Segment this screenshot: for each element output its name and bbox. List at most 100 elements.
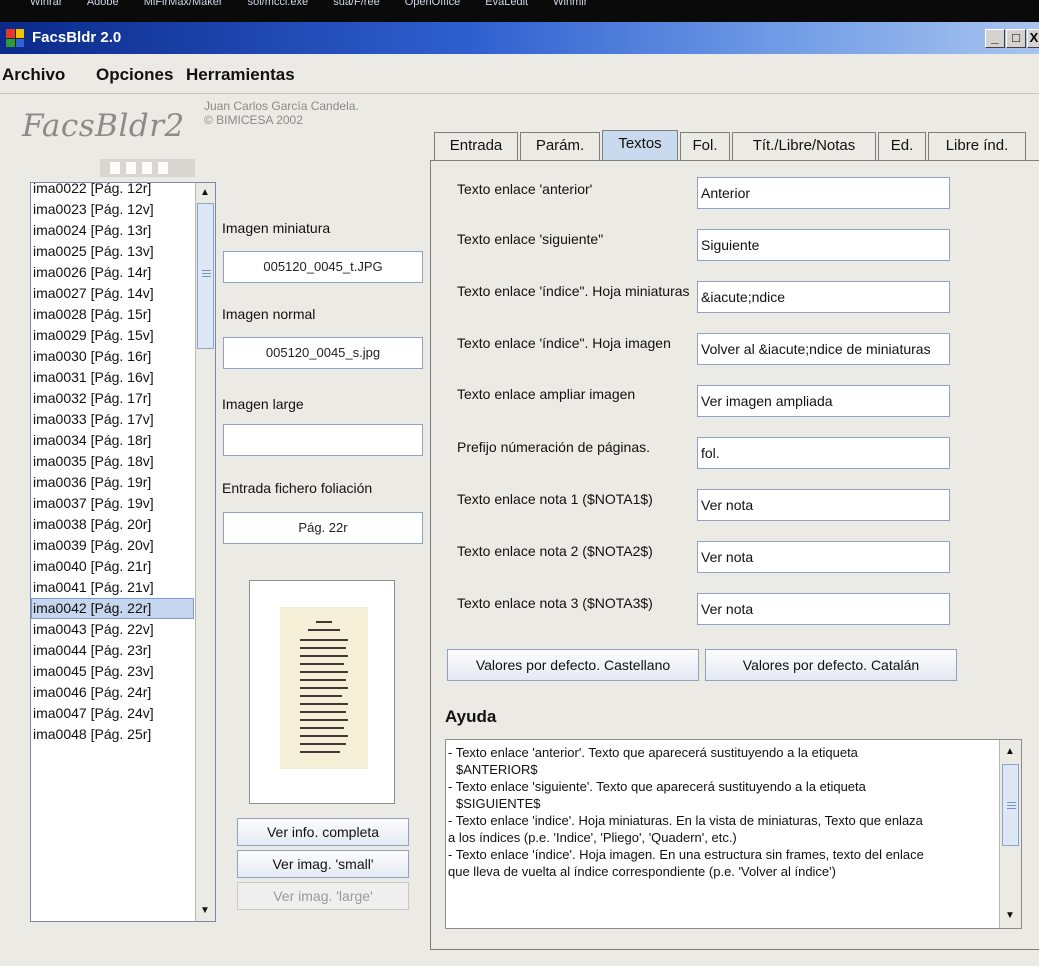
texto-nota2-label: Texto enlace nota 2 ($NOTA2$) [457, 543, 653, 559]
list-item[interactable]: ima0026 [Pág. 14r] [31, 262, 194, 283]
tab-titulo-libre-notas[interactable]: Tít./Libre/Notas [732, 132, 876, 160]
help-scrollbar-thumb[interactable] [1002, 764, 1019, 846]
list-item[interactable]: ima0045 [Pág. 23v] [31, 661, 194, 682]
list-item[interactable]: ima0027 [Pág. 14v] [31, 283, 194, 304]
texto-nota3-input[interactable]: Ver nota [697, 593, 950, 625]
list-item[interactable]: ima0047 [Pág. 24v] [31, 703, 194, 724]
tab-entrada[interactable]: Entrada [434, 132, 518, 160]
bg-item: MiFirMax/Maker [143, 0, 223, 8]
texto-indice-imagen-input[interactable]: Volver al &iacute;ndice de miniaturas [697, 333, 950, 365]
app-icon [6, 29, 24, 47]
help-scroll-up-icon[interactable]: ▲ [1003, 744, 1017, 760]
texto-indice-imagen-label: Texto enlace 'índice". Hoja imagen [457, 335, 671, 351]
prefijo-paginas-label: Prefijo númeración de páginas. [457, 439, 651, 455]
texto-siguiente-label: Texto enlace 'siguiente" [457, 231, 604, 247]
minimize-button[interactable]: _ [985, 29, 1005, 48]
author-text: Juan Carlos García Candela. [204, 99, 359, 113]
logo-filmstrip [100, 159, 195, 177]
scroll-up-arrow-icon[interactable]: ▲ [198, 185, 212, 201]
help-box[interactable]: - Texto enlace 'anterior'. Texto que apa… [445, 739, 1022, 929]
logo-text: FacsBldr2 [22, 108, 185, 144]
help-line: $ANTERIOR$ [456, 762, 538, 777]
list-item[interactable]: ima0036 [Pág. 19r] [31, 472, 194, 493]
list-item[interactable]: ima0041 [Pág. 21v] [31, 577, 194, 598]
list-item[interactable]: ima0043 [Pág. 22v] [31, 619, 194, 640]
texto-indice-miniaturas-input[interactable]: &iacute;ndice [697, 281, 950, 313]
image-list[interactable]: ima0022 [Pág. 12r] ima0023 [Pág. 12v] ima0… [30, 182, 216, 922]
menu-bar: Archivo Opciones Herramientas [0, 54, 1039, 94]
miniatura-field[interactable]: 005120_0045_t.JPG [223, 251, 423, 283]
help-line: - Texto enlace 'anterior'. Texto que apa… [448, 745, 858, 760]
tab-param[interactable]: Parám. [520, 132, 600, 160]
foliacion-field[interactable]: Pág. 22r [223, 512, 423, 544]
view-full-info-button[interactable]: Ver info. completa [237, 818, 409, 846]
maximize-button[interactable]: □ [1006, 29, 1026, 48]
large-label: Imagen large [222, 396, 304, 412]
list-item[interactable]: ima0040 [Pág. 21r] [31, 556, 194, 577]
list-item[interactable]: ima0042 [Pág. 22r] [31, 598, 194, 619]
list-item[interactable]: ima0046 [Pág. 24r] [31, 682, 194, 703]
texto-nota1-label: Texto enlace nota 1 ($NOTA1$) [457, 491, 653, 507]
list-item[interactable]: ima0033 [Pág. 17v] [31, 409, 194, 430]
tab-ed[interactable]: Ed. [878, 132, 926, 160]
list-item[interactable]: ima0031 [Pág. 16v] [31, 367, 194, 388]
scroll-down-arrow-icon[interactable]: ▼ [198, 903, 212, 919]
menu-herramientas[interactable]: Herramientas [186, 65, 295, 85]
tab-textos[interactable]: Textos [602, 130, 678, 160]
scrollbar-thumb[interactable] [197, 203, 214, 349]
defaults-catalan-button[interactable]: Valores por defecto. Catalán [705, 649, 957, 681]
credits: Juan Carlos García Candela. © BIMICESA 2… [204, 99, 359, 127]
background-window-strip: Winrar Adobe MiFirMax/Maker sol/mccl.exe… [0, 0, 1039, 22]
list-item[interactable]: ima0025 [Pág. 13v] [31, 241, 194, 262]
image-thumbnail [249, 580, 395, 804]
list-item[interactable]: ima0048 [Pág. 25r] [31, 724, 194, 745]
list-item[interactable]: ima0038 [Pág. 20r] [31, 514, 194, 535]
image-list-scrollbar[interactable]: ▲ ▼ [195, 183, 215, 921]
prefijo-paginas-input[interactable]: fol. [697, 437, 950, 469]
copyright-text: © BIMICESA 2002 [204, 113, 303, 127]
large-field[interactable] [223, 424, 423, 456]
list-item[interactable]: ima0032 [Pág. 17r] [31, 388, 194, 409]
image-list-rows: ima0022 [Pág. 12r] ima0023 [Pág. 12v] ima0… [31, 183, 194, 745]
normal-field[interactable]: 005120_0045_s.jpg [223, 337, 423, 369]
list-item[interactable]: ima0030 [Pág. 16r] [31, 346, 194, 367]
list-item[interactable]: ima0037 [Pág. 19v] [31, 493, 194, 514]
texto-nota1-input[interactable]: Ver nota [697, 489, 950, 521]
close-button[interactable]: X [1027, 29, 1039, 48]
bg-item: sol/mccl.exe [247, 0, 309, 8]
texto-ampliar-input[interactable]: Ver imagen ampliada [697, 385, 950, 417]
help-line: - Texto enlace 'siguiente'. Texto que ap… [448, 779, 866, 794]
bg-item: Adobe [86, 0, 119, 8]
list-item[interactable]: ima0028 [Pág. 15r] [31, 304, 194, 325]
help-scrollbar[interactable]: ▲ ▼ [999, 740, 1021, 928]
list-item[interactable]: ima0029 [Pág. 15v] [31, 325, 194, 346]
view-large-image-button[interactable]: Ver imag. 'large' [237, 882, 409, 910]
list-item[interactable]: ima0034 [Pág. 18r] [31, 430, 194, 451]
thumbnail-page [280, 607, 368, 769]
list-item[interactable]: ima0035 [Pág. 18v] [31, 451, 194, 472]
list-item[interactable]: ima0022 [Pág. 12r] [31, 183, 194, 199]
texto-siguiente-input[interactable]: Siguiente [697, 229, 950, 261]
title-bar[interactable]: FacsBldr 2.0 _ □ X [0, 22, 1039, 54]
bg-item: EvaLedit [485, 0, 529, 8]
app-logo: FacsBldr2 [18, 104, 198, 182]
tab-libre-indice[interactable]: Libre índ. [928, 132, 1026, 160]
list-item[interactable]: ima0044 [Pág. 23r] [31, 640, 194, 661]
texto-nota3-label: Texto enlace nota 3 ($NOTA3$) [457, 595, 653, 611]
main-area: FacsBldr2 Juan Carlos García Candela. © … [0, 94, 1039, 966]
texto-anterior-label: Texto enlace 'anterior' [457, 181, 593, 197]
help-line: - Texto enlace 'índice'. Hoja imagen. En… [448, 847, 924, 862]
normal-label: Imagen normal [222, 306, 316, 322]
view-small-image-button[interactable]: Ver imag. 'small' [237, 850, 409, 878]
list-item[interactable]: ima0023 [Pág. 12v] [31, 199, 194, 220]
list-item[interactable]: ima0024 [Pág. 13r] [31, 220, 194, 241]
menu-archivo[interactable]: Archivo [2, 65, 65, 85]
help-scroll-down-icon[interactable]: ▼ [1003, 908, 1017, 924]
texto-ampliar-label: Texto enlace ampliar imagen [457, 386, 636, 402]
texto-nota2-input[interactable]: Ver nota [697, 541, 950, 573]
menu-opciones[interactable]: Opciones [96, 65, 173, 85]
list-item[interactable]: ima0039 [Pág. 20v] [31, 535, 194, 556]
texto-anterior-input[interactable]: Anterior [697, 177, 950, 209]
defaults-castellano-button[interactable]: Valores por defecto. Castellano [447, 649, 699, 681]
tab-fol[interactable]: Fol. [680, 132, 730, 160]
